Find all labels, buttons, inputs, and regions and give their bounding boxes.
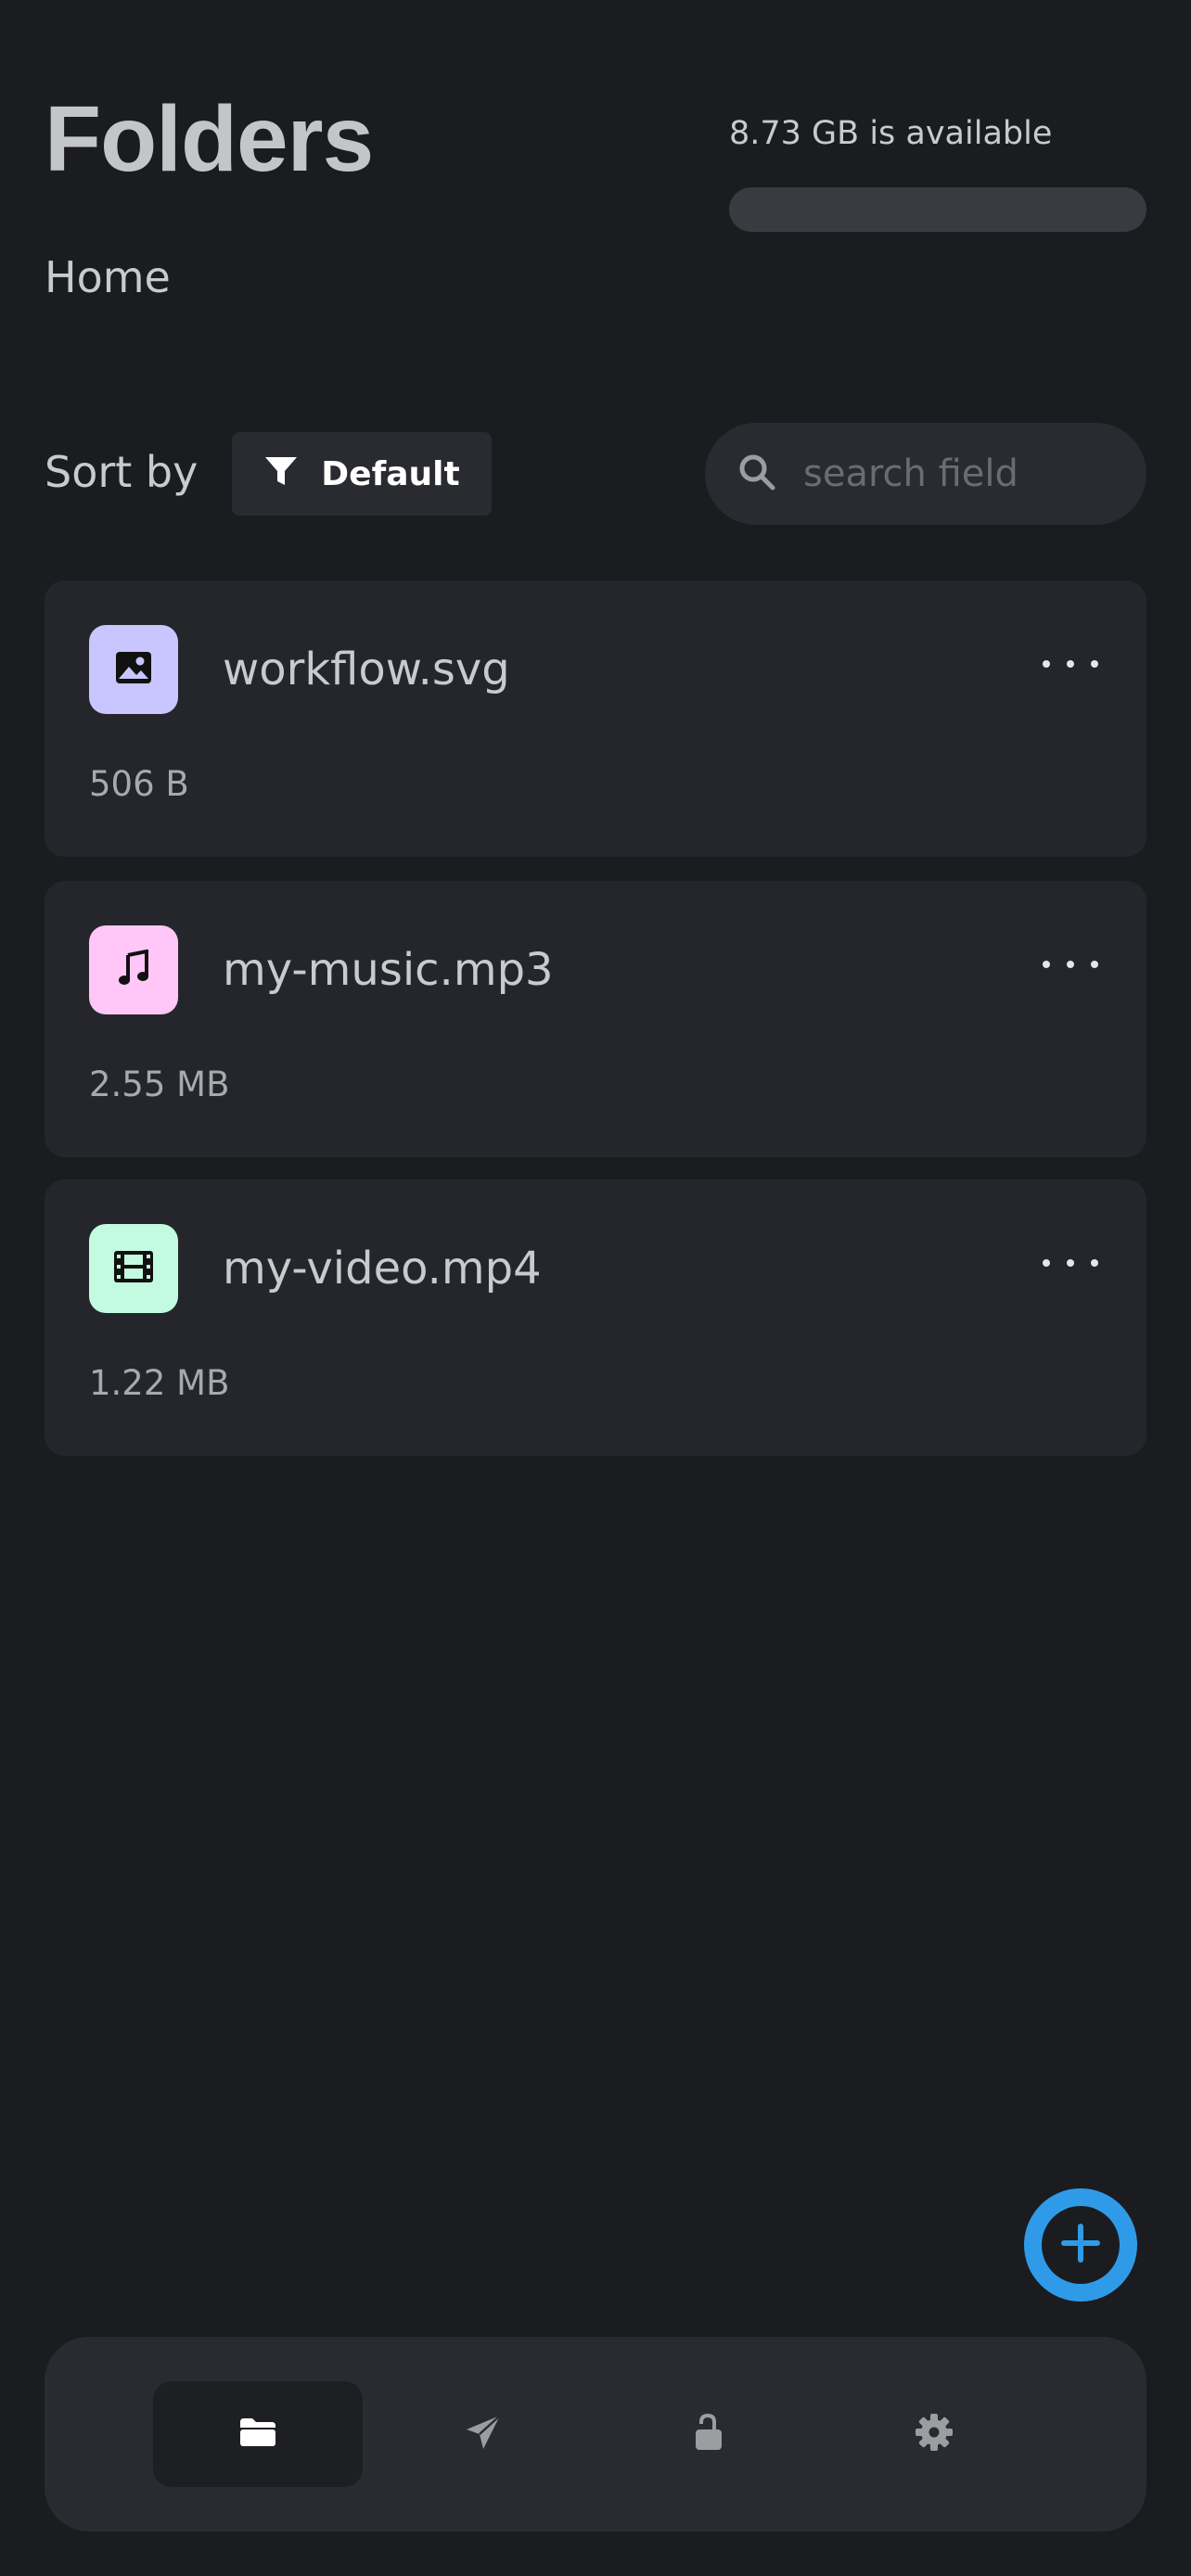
more-options-button[interactable] (1043, 645, 1098, 682)
files-screen: Folders Home 8.73 GB is available Sort b… (0, 0, 1191, 2576)
gear-icon (915, 2413, 954, 2455)
file-name: my-video.mp4 (223, 1243, 542, 1294)
file-item[interactable]: my-music.mp3 2.55 MB (45, 881, 1146, 1157)
more-options-button[interactable] (1043, 1244, 1098, 1282)
nav-item-unlock[interactable] (604, 2381, 813, 2487)
file-size: 2.55 MB (89, 1065, 230, 1104)
nav-item-settings[interactable] (829, 2381, 1039, 2487)
search-icon (738, 453, 775, 494)
add-file-button[interactable] (1024, 2188, 1137, 2302)
sort-button-label: Default (321, 454, 460, 493)
plus-icon (1060, 2223, 1101, 2267)
image-icon (115, 651, 152, 688)
file-type-badge (89, 1224, 178, 1313)
file-name: my-music.mp3 (223, 944, 554, 996)
file-name: workflow.svg (223, 644, 510, 695)
nav-item-folders[interactable] (153, 2381, 363, 2487)
file-size: 506 B (89, 764, 189, 804)
fab-inner (1042, 2206, 1120, 2284)
storage-available-text: 8.73 GB is available (729, 115, 1053, 152)
file-item[interactable]: my-video.mp4 1.22 MB (45, 1180, 1146, 1456)
sort-label: Sort by (45, 447, 198, 497)
bottom-nav (45, 2337, 1146, 2531)
sort-button[interactable]: Default (232, 432, 492, 516)
file-item[interactable]: workflow.svg 506 B (45, 580, 1146, 857)
more-options-button[interactable] (1043, 946, 1098, 983)
page-title: Folders (45, 87, 374, 191)
file-type-badge (89, 625, 178, 714)
folder-icon (238, 2417, 277, 2452)
storage-indicator: 8.73 GB is available (729, 115, 1146, 232)
film-icon (113, 1250, 154, 1287)
music-note-icon (117, 949, 150, 990)
unlock-icon (694, 2413, 724, 2455)
send-icon (465, 2414, 502, 2455)
search-box[interactable] (705, 423, 1146, 525)
nav-item-send[interactable] (378, 2381, 588, 2487)
breadcrumb[interactable]: Home (45, 252, 171, 302)
storage-progress-bar (729, 187, 1146, 232)
filter-icon (263, 455, 299, 492)
search-input[interactable] (803, 453, 1109, 495)
file-type-badge (89, 925, 178, 1014)
file-size: 1.22 MB (89, 1363, 230, 1403)
